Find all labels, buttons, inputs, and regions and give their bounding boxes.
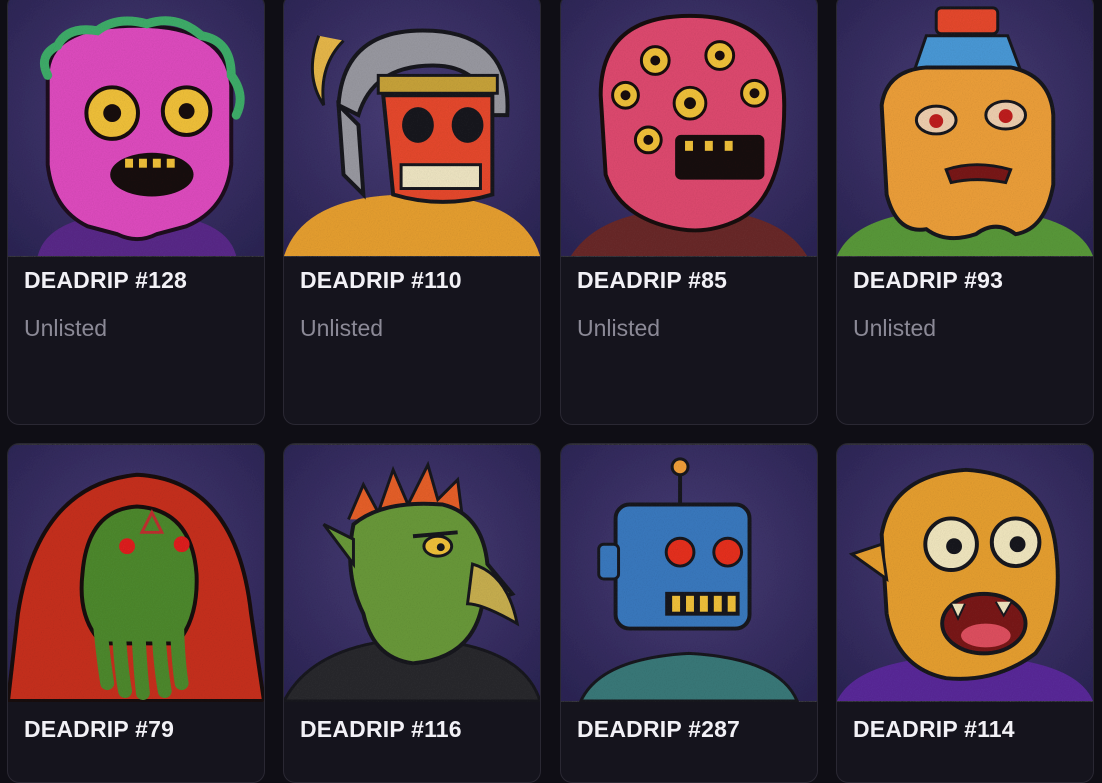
nft-image xyxy=(561,444,817,702)
nft-title: DEADRIP #85 xyxy=(577,267,728,293)
listing-status: Unlisted xyxy=(24,315,108,341)
nft-image xyxy=(8,0,264,257)
nft-card[interactable]: DEADRIP #287 xyxy=(560,443,818,783)
nft-image xyxy=(837,444,1093,702)
nft-image xyxy=(284,444,540,702)
listing-status: Unlisted xyxy=(300,315,384,341)
nft-card[interactable]: DEADRIP #116 xyxy=(283,443,541,783)
nft-title: DEADRIP #116 xyxy=(300,716,462,742)
nft-card[interactable]: DEADRIP #128 Unlisted xyxy=(7,0,265,425)
nft-title: DEADRIP #287 xyxy=(577,716,741,742)
nft-title: DEADRIP #128 xyxy=(24,267,188,293)
nft-image xyxy=(837,0,1093,257)
listing-status: Unlisted xyxy=(853,315,937,341)
nft-card[interactable]: DEADRIP #110 Unlisted xyxy=(283,0,541,425)
nft-card[interactable]: DEADRIP #79 xyxy=(7,443,265,783)
nft-title: DEADRIP #114 xyxy=(853,716,1015,742)
nft-image xyxy=(284,0,540,257)
nft-image xyxy=(561,0,817,257)
nft-title: DEADRIP #79 xyxy=(24,716,175,742)
nft-image xyxy=(8,444,264,702)
nft-card[interactable]: DEADRIP #114 xyxy=(836,443,1094,783)
nft-card[interactable]: DEADRIP #93 Unlisted xyxy=(836,0,1094,425)
nft-gallery: { "colors": { "page_background": "#0f0e1… xyxy=(0,0,1102,783)
listing-status: Unlisted xyxy=(577,315,661,341)
nft-title: DEADRIP #93 xyxy=(853,267,1004,293)
nft-card[interactable]: DEADRIP #85 Unlisted xyxy=(560,0,818,425)
nft-title: DEADRIP #110 xyxy=(300,267,462,293)
